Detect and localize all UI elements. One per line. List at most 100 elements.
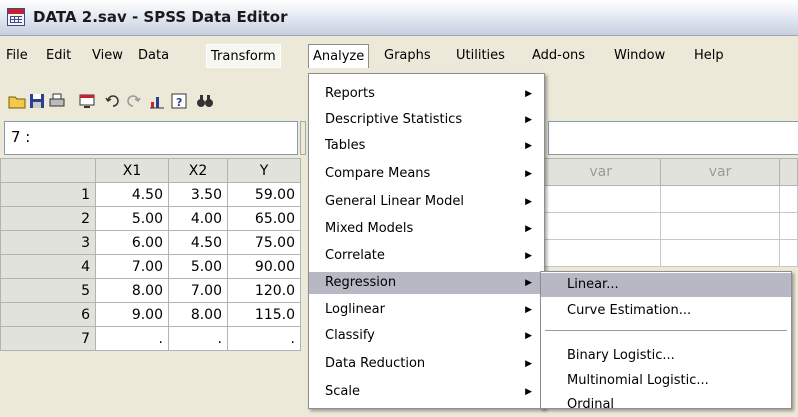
cell[interactable] bbox=[660, 239, 780, 267]
column-header-x1[interactable]: X1 bbox=[95, 158, 169, 183]
find-binoculars-icon[interactable] bbox=[196, 92, 214, 110]
menu-item-label: General Linear Model bbox=[325, 194, 464, 209]
cell[interactable] bbox=[660, 212, 780, 240]
menu-data[interactable]: Data bbox=[134, 44, 173, 68]
open-folder-icon[interactable] bbox=[8, 92, 26, 110]
menu-view[interactable]: View bbox=[88, 44, 127, 68]
menu-transform[interactable]: Transform bbox=[206, 44, 281, 68]
spss-app-icon[interactable] bbox=[7, 8, 25, 26]
menu-item-label: Classify bbox=[325, 328, 375, 343]
cell[interactable]: 90.00 bbox=[227, 254, 301, 279]
cell[interactable]: 9.00 bbox=[95, 302, 169, 327]
menu-item-loglinear[interactable]: Loglinear ▶ bbox=[309, 299, 544, 321]
cell[interactable]: . bbox=[227, 326, 301, 351]
cell[interactable]: . bbox=[168, 326, 228, 351]
menu-bar: File Edit View Data Transform Analyze Gr… bbox=[0, 40, 798, 72]
menu-item-binary-logistic[interactable]: Binary Logistic... bbox=[541, 344, 791, 368]
menu-item-regression[interactable]: Regression ▶ bbox=[309, 272, 544, 294]
menu-separator bbox=[545, 330, 787, 332]
row-header-corner[interactable] bbox=[0, 158, 96, 183]
column-header-y[interactable]: Y bbox=[227, 158, 301, 183]
cell[interactable]: 59.00 bbox=[227, 182, 301, 207]
menu-item-curve-estimation[interactable]: Curve Estimation... bbox=[541, 299, 791, 323]
cell-reference-label: 7 : bbox=[11, 128, 31, 146]
cell[interactable]: 65.00 bbox=[227, 206, 301, 231]
menu-item-linear[interactable]: Linear... bbox=[541, 273, 791, 297]
print-icon[interactable] bbox=[48, 92, 66, 110]
column-header-var[interactable]: var bbox=[660, 158, 780, 186]
menu-item-reports[interactable]: Reports ▶ bbox=[309, 83, 544, 105]
cell[interactable]: 4.50 bbox=[168, 230, 228, 255]
column-header-var[interactable]: var bbox=[539, 158, 662, 186]
menu-item-tables[interactable]: Tables ▶ bbox=[309, 135, 544, 157]
cell[interactable] bbox=[778, 239, 798, 267]
table-row: 7 . . . bbox=[0, 326, 301, 351]
cell[interactable] bbox=[539, 185, 662, 213]
table-row: 4 7.00 5.00 90.00 bbox=[0, 254, 301, 279]
row-number[interactable]: 5 bbox=[0, 278, 96, 303]
menu-edit[interactable]: Edit bbox=[42, 44, 75, 68]
cell[interactable]: 3.50 bbox=[168, 182, 228, 207]
undo-icon[interactable] bbox=[104, 92, 122, 110]
table-row: 2 5.00 4.00 65.00 bbox=[0, 206, 301, 231]
menu-item-descriptive-statistics[interactable]: Descriptive Statistics ▶ bbox=[309, 109, 544, 131]
cell[interactable] bbox=[539, 239, 662, 267]
cell[interactable] bbox=[778, 185, 798, 213]
cell[interactable]: 7.00 bbox=[168, 278, 228, 303]
menu-item-classify[interactable]: Classify ▶ bbox=[309, 325, 544, 347]
cell-reference-box[interactable]: 7 : bbox=[4, 121, 298, 155]
cell[interactable] bbox=[660, 185, 780, 213]
row-number[interactable]: 2 bbox=[0, 206, 96, 231]
menu-graphs[interactable]: Graphs bbox=[380, 44, 435, 68]
menu-item-scale[interactable]: Scale ▶ bbox=[309, 381, 544, 403]
row-number[interactable]: 3 bbox=[0, 230, 96, 255]
submenu-arrow-icon: ▶ bbox=[525, 115, 532, 125]
menu-utilities[interactable]: Utilities bbox=[452, 44, 509, 68]
menu-item-mixed-models[interactable]: Mixed Models ▶ bbox=[309, 218, 544, 240]
cell[interactable]: 7.00 bbox=[95, 254, 169, 279]
goto-chart-icon[interactable] bbox=[148, 92, 166, 110]
column-header-blank[interactable] bbox=[778, 158, 798, 186]
cell[interactable]: 75.00 bbox=[227, 230, 301, 255]
menu-addons[interactable]: Add-ons bbox=[528, 44, 589, 68]
table-row: 3 6.00 4.50 75.00 bbox=[0, 230, 301, 255]
menu-analyze[interactable]: Analyze bbox=[308, 44, 370, 68]
menu-item-compare-means[interactable]: Compare Means ▶ bbox=[309, 163, 544, 185]
variables-info-icon[interactable]: ? bbox=[170, 92, 188, 110]
submenu-arrow-icon: ▶ bbox=[525, 305, 532, 315]
cell[interactable]: 115.0 bbox=[227, 302, 301, 327]
row-number[interactable]: 7 bbox=[0, 326, 96, 351]
menu-file[interactable]: File bbox=[2, 44, 32, 68]
cell[interactable]: 4.00 bbox=[168, 206, 228, 231]
cell[interactable] bbox=[539, 212, 662, 240]
menu-item-multinomial-logistic[interactable]: Multinomial Logistic... bbox=[541, 369, 791, 393]
menu-item-label: Scale bbox=[325, 384, 360, 399]
menu-item-label: Mixed Models bbox=[325, 221, 414, 236]
menu-item-ordinal[interactable]: Ordinal bbox=[541, 393, 791, 417]
cell[interactable]: 8.00 bbox=[168, 302, 228, 327]
column-header-x2[interactable]: X2 bbox=[168, 158, 228, 183]
menu-window[interactable]: Window bbox=[610, 44, 669, 68]
cell[interactable]: 6.00 bbox=[95, 230, 169, 255]
redo-icon[interactable] bbox=[124, 92, 142, 110]
cell[interactable]: 4.50 bbox=[95, 182, 169, 207]
cell[interactable]: . bbox=[95, 326, 169, 351]
data-grid: X1 X2 Y 1 4.50 3.50 59.00 2 5.00 4.00 65… bbox=[0, 158, 301, 351]
menu-item-label: Descriptive Statistics bbox=[325, 112, 463, 127]
cell[interactable] bbox=[778, 212, 798, 240]
dialog-recall-icon[interactable] bbox=[78, 92, 96, 110]
cell-value-box[interactable] bbox=[548, 121, 798, 155]
row-number[interactable]: 1 bbox=[0, 182, 96, 207]
menu-help[interactable]: Help bbox=[690, 44, 728, 68]
row-number[interactable]: 6 bbox=[0, 302, 96, 327]
cell[interactable]: 5.00 bbox=[168, 254, 228, 279]
cell[interactable]: 8.00 bbox=[95, 278, 169, 303]
menu-item-correlate[interactable]: Correlate ▶ bbox=[309, 245, 544, 267]
row-number[interactable]: 4 bbox=[0, 254, 96, 279]
cell[interactable]: 120.0 bbox=[227, 278, 301, 303]
menu-item-general-linear-model[interactable]: General Linear Model ▶ bbox=[309, 191, 544, 213]
cell[interactable]: 5.00 bbox=[95, 206, 169, 231]
menu-item-data-reduction[interactable]: Data Reduction ▶ bbox=[309, 353, 544, 375]
menu-item-label: Loglinear bbox=[325, 302, 385, 317]
save-icon[interactable] bbox=[28, 92, 46, 110]
